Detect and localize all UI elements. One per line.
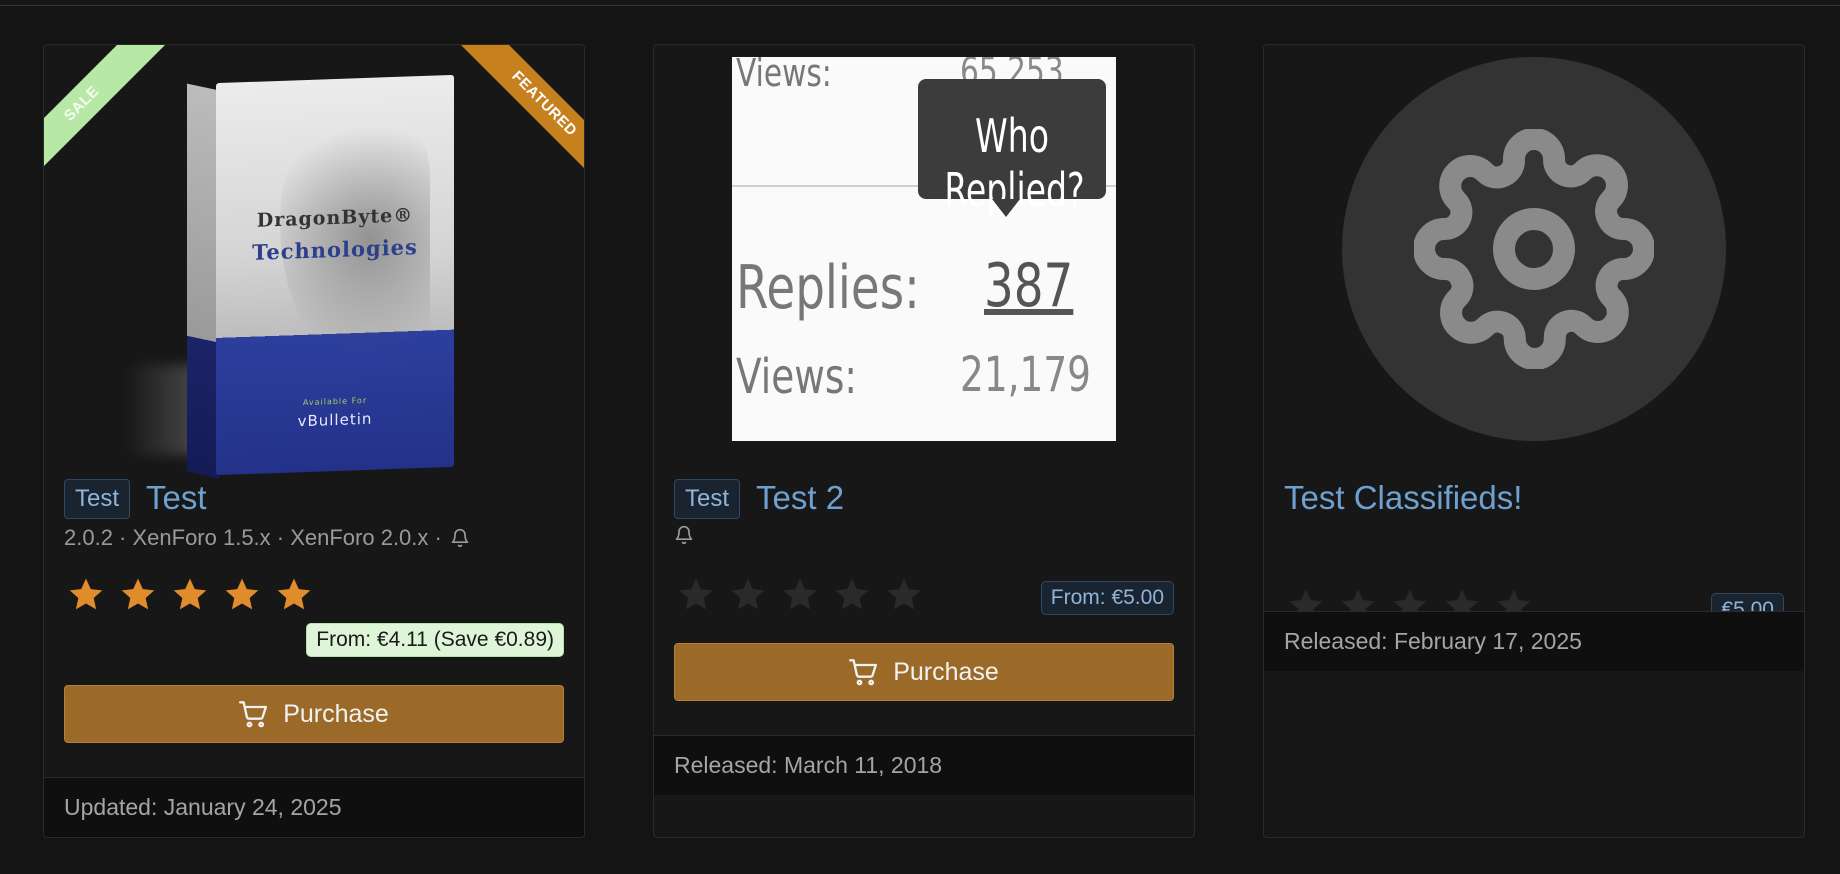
purchase-label: Purchase bbox=[283, 699, 389, 728]
price-badge: From: €5.00 bbox=[1040, 581, 1174, 615]
resource-card-test: DragonByte® Technologies Available For v… bbox=[43, 44, 585, 838]
bell-icon[interactable] bbox=[674, 525, 694, 545]
resource-card-test-classifieds: Test Classifieds! €5.00 Released: Februa… bbox=[1263, 44, 1805, 838]
featured-ribbon: FEATURED bbox=[446, 45, 584, 187]
resource-title-link[interactable]: Test bbox=[146, 478, 207, 518]
star-icon bbox=[884, 575, 924, 615]
sale-ribbon: SALE bbox=[44, 45, 182, 187]
purchase-button[interactable]: Purchase bbox=[674, 643, 1174, 701]
star-icon bbox=[274, 575, 314, 615]
purchase-label: Purchase bbox=[893, 657, 999, 686]
shot-top-label: Views: bbox=[736, 57, 832, 95]
released-date: Released: March 11, 2018 bbox=[654, 735, 1194, 795]
shot-views-label: Views: bbox=[736, 349, 857, 405]
default-resource-icon[interactable] bbox=[1342, 57, 1726, 441]
cart-icon bbox=[239, 700, 268, 728]
box-side bbox=[187, 83, 219, 479]
sale-price-badge: From: €4.11 (Save €0.89) bbox=[306, 623, 564, 657]
gear-icon bbox=[1414, 129, 1654, 369]
prefix-tag[interactable]: Test bbox=[64, 479, 131, 519]
star-icon bbox=[170, 575, 210, 615]
sale-ribbon-label: SALE bbox=[44, 45, 172, 187]
resource-card-test-2: Views: 65,253 Who Replied? Replies: 387 … bbox=[653, 44, 1195, 838]
star-icon bbox=[832, 575, 872, 615]
featured-ribbon-label: FEATURED bbox=[454, 45, 584, 187]
star-icon bbox=[66, 575, 106, 615]
top-border bbox=[0, 0, 1840, 6]
product-box-image[interactable]: DragonByte® Technologies Available For v… bbox=[216, 74, 454, 476]
star-icon bbox=[676, 575, 716, 615]
purchase-button[interactable]: Purchase bbox=[64, 685, 564, 743]
resource-meta: 2.0.2 · XenForo 1.5.x · XenForo 2.0.x · bbox=[64, 525, 470, 551]
resource-title-link[interactable]: Test Classifieds! bbox=[1284, 478, 1522, 518]
star-icon bbox=[780, 575, 820, 615]
shot-views-value: 21,179 bbox=[960, 347, 1092, 403]
shot-replies-label: Replies: bbox=[736, 253, 920, 323]
prefix-tag[interactable]: Test bbox=[674, 479, 741, 519]
star-icon bbox=[118, 575, 158, 615]
cart-icon bbox=[849, 658, 878, 686]
star-icon bbox=[728, 575, 768, 615]
tooltip-bubble: Who Replied? bbox=[918, 79, 1106, 217]
bell-icon[interactable] bbox=[450, 528, 470, 548]
rating-stars bbox=[66, 575, 314, 615]
star-icon bbox=[222, 575, 262, 615]
tooltip-tail bbox=[992, 199, 1020, 217]
resource-screenshot[interactable]: Views: 65,253 Who Replied? Replies: 387 … bbox=[732, 57, 1116, 441]
resource-meta bbox=[674, 525, 694, 545]
rating-stars bbox=[676, 575, 924, 615]
box-platform: vBulletin bbox=[297, 409, 373, 431]
resource-title-link[interactable]: Test 2 bbox=[756, 478, 844, 518]
shot-replies-value: 387 bbox=[984, 251, 1074, 321]
updated-date: Updated: January 24, 2025 bbox=[44, 777, 584, 837]
released-date: Released: February 17, 2025 bbox=[1264, 611, 1804, 671]
version-info: 2.0.2 · XenForo 1.5.x · XenForo 2.0.x · bbox=[64, 525, 442, 550]
